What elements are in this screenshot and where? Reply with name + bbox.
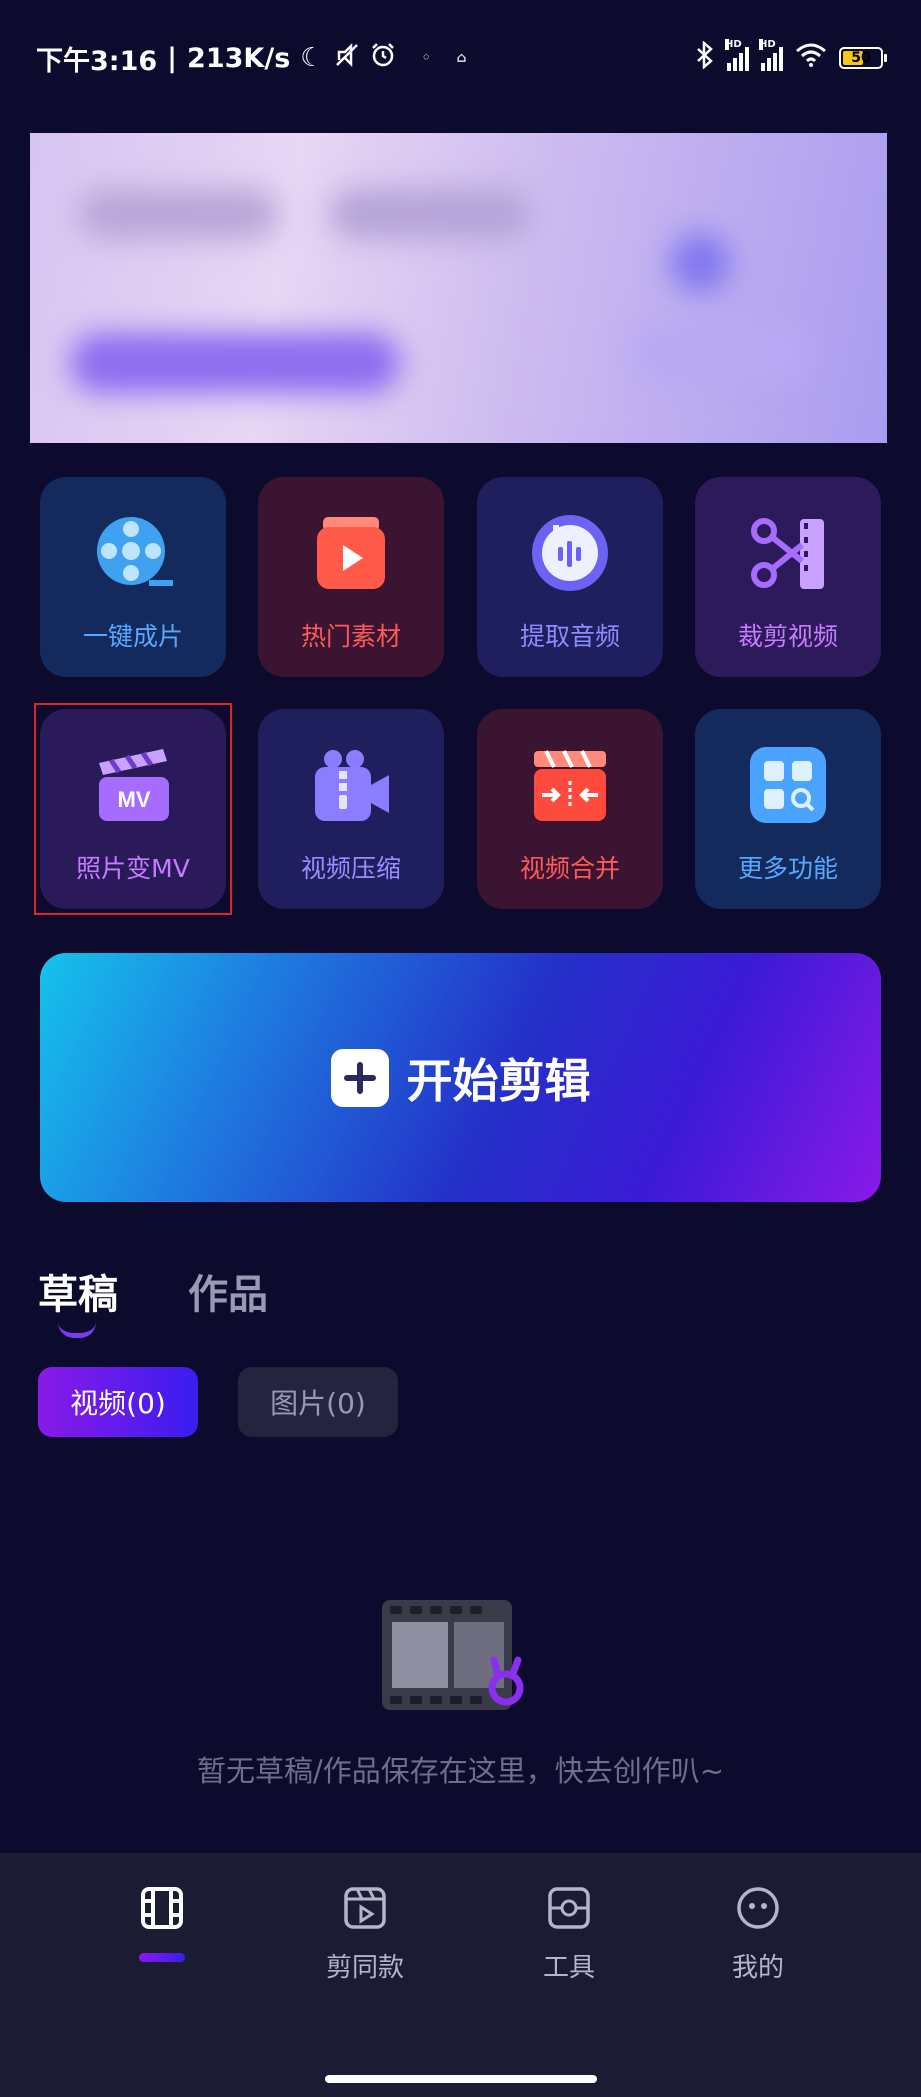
nav-label: 工具: [542, 1953, 595, 1983]
grid-search-icon: [746, 743, 830, 827]
empty-film-illustration: [380, 1598, 530, 1718]
tool-merge-video[interactable]: 视频合并: [477, 709, 663, 909]
status-left: 下午3:16 | 213K/s ☾ ◦ ⌂: [36, 39, 467, 78]
status-net-speed: 213K/s: [187, 42, 291, 74]
profile-face-icon: [733, 1883, 783, 1933]
plus-icon: [330, 1048, 389, 1107]
empty-state-text: 暂无草稿/作品保存在这里，快去创作叭~: [196, 1754, 725, 1788]
tool-label: 裁剪视频: [737, 622, 838, 651]
filter-video-chip[interactable]: 视频(0): [38, 1367, 198, 1437]
tool-compress-video[interactable]: 视频压缩: [258, 709, 444, 909]
battery-level: 50: [851, 50, 871, 66]
scissors-film-icon: [746, 511, 830, 595]
alarm-icon: [370, 42, 396, 75]
bottom-nav: 剪同款 工具 我的: [0, 1853, 921, 2097]
tool-hot-materials[interactable]: 热门素材: [258, 477, 444, 677]
nav-item-edit[interactable]: [92, 1883, 232, 1962]
tool-one-click-film[interactable]: 一键成片: [40, 477, 226, 677]
film-grid-icon: [137, 1883, 187, 1933]
nav-item-tools[interactable]: 工具: [499, 1883, 639, 1984]
status-right: HD HD 50: [695, 39, 887, 75]
zip-camera-icon: [309, 743, 393, 827]
mute-icon: [334, 42, 360, 75]
toolbox-icon: [544, 1883, 594, 1933]
audio-wave-icon: [528, 511, 612, 595]
play-stack-icon: [309, 511, 393, 595]
film-reel-icon: [91, 511, 175, 595]
bluetooth-icon: [695, 40, 715, 75]
tool-extract-audio[interactable]: 提取音频: [477, 477, 663, 677]
merge-clapper-icon: [528, 743, 612, 827]
tab-active-indicator: [58, 1322, 96, 1338]
tool-more-features[interactable]: 更多功能: [695, 709, 881, 909]
promo-banner[interactable]: [30, 133, 887, 443]
signal-icon-1: HD: [725, 39, 749, 71]
nav-item-templates[interactable]: 剪同款: [295, 1883, 435, 1984]
tool-label: 更多功能: [737, 854, 838, 883]
notification-dot-icon: ◦: [421, 50, 431, 66]
svg-text:MV: MV: [118, 787, 151, 812]
start-edit-label: 开始剪辑: [406, 1053, 591, 1108]
notification-small-icon: ⌂: [456, 50, 467, 66]
nav-label: 我的: [731, 1953, 784, 1983]
nav-label: 剪同款: [325, 1953, 404, 1983]
tool-photo-to-mv[interactable]: MV 照片变MV: [34, 703, 232, 915]
template-play-icon: [340, 1883, 390, 1933]
clapper-mv-icon: MV: [91, 743, 175, 827]
start-edit-button[interactable]: 开始剪辑: [40, 953, 881, 1202]
filter-image-chip[interactable]: 图片(0): [238, 1367, 398, 1437]
status-time: 下午3:16: [36, 45, 158, 77]
tool-label: 提取音频: [519, 622, 620, 651]
nav-active-indicator: [139, 1953, 185, 1962]
battery-icon: 50: [839, 47, 887, 69]
tool-label: 视频合并: [519, 854, 620, 883]
tool-trim-video[interactable]: 裁剪视频: [695, 477, 881, 677]
tool-label: 一键成片: [82, 622, 183, 651]
signal-icon-2: HD: [759, 39, 783, 71]
tab-drafts[interactable]: 草稿: [38, 1262, 118, 1320]
tool-label: 视频压缩: [300, 854, 401, 883]
home-indicator[interactable]: [325, 2075, 597, 2083]
status-bar: 下午3:16 | 213K/s ☾ ◦ ⌂ HD HD 50: [0, 0, 921, 116]
wifi-icon: [795, 43, 827, 73]
moon-icon: ☾: [300, 43, 324, 73]
tool-label: 照片变MV: [76, 854, 190, 883]
tab-works[interactable]: 作品: [188, 1262, 268, 1320]
tool-label: 热门素材: [300, 622, 401, 651]
status-divider: |: [167, 42, 178, 74]
nav-item-profile[interactable]: 我的: [688, 1883, 828, 1984]
